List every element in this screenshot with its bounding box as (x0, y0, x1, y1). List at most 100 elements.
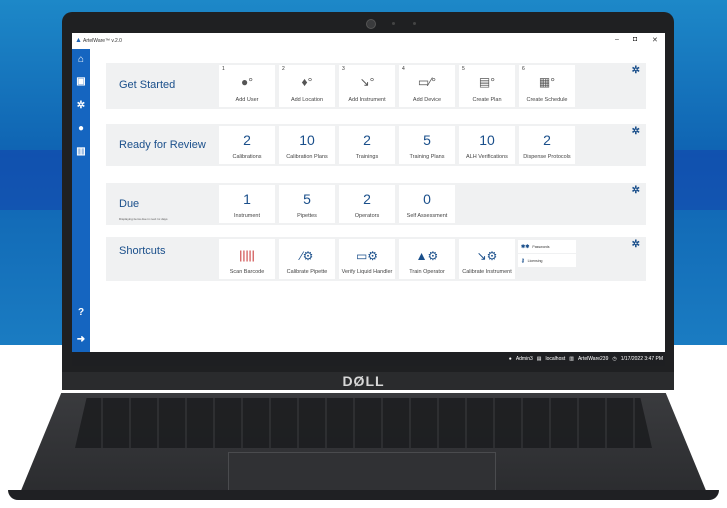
card-label: Train Operator (409, 269, 445, 275)
pipettes-due-card[interactable]: 5 Pipettes (279, 185, 335, 223)
home-icon[interactable]: ⌂ (75, 53, 87, 65)
card-label: Verify Liquid Handler (341, 269, 393, 275)
section-title: Shortcuts (119, 245, 166, 257)
instrument-calibrate-icon: ↘⚙ (476, 249, 498, 263)
add-location-card[interactable]: 2 ♦° Add Location (279, 65, 335, 107)
sensor-dot (413, 22, 416, 25)
alh-verifications-card[interactable]: 10 ALH Verifications (459, 126, 515, 164)
count-value: 10 (479, 132, 495, 148)
card-label: Add Location (290, 97, 324, 103)
count-value: 5 (303, 191, 311, 207)
self-assessment-due-card[interactable]: 0 Self Assessment (399, 185, 455, 223)
plan-create-icon: ▤° (478, 75, 496, 89)
create-plan-card[interactable]: 5 ▤° Create Plan (459, 65, 515, 107)
database-icon: ▥ (569, 356, 574, 362)
card-label: Add Instrument (348, 97, 386, 103)
maximize-button[interactable]: ◘ (633, 36, 637, 43)
dispense-protocols-card[interactable]: 2 Dispense Protocols (519, 126, 575, 164)
scan-barcode-card[interactable]: ||||| Scan Barcode (219, 239, 275, 279)
device-add-icon: ▭⁄° (417, 75, 437, 89)
sidebar: ⌂ ▣ ✲ ● ▥ ? ➜ (72, 49, 90, 366)
card-label: Instrument (234, 213, 260, 219)
calibrations-card[interactable]: 2 Calibrations (219, 126, 275, 164)
drop-icon[interactable]: ● (75, 122, 87, 134)
pipette-add-icon: ↘° (359, 75, 375, 89)
add-user-card[interactable]: 1 ●° Add User (219, 65, 275, 107)
calibration-plans-card[interactable]: 10 Calibration Plans (279, 126, 335, 164)
training-plans-card[interactable]: 5 Training Plans (399, 126, 455, 164)
help-icon[interactable]: ? (75, 306, 87, 318)
trainings-card[interactable]: 2 Trainings (339, 126, 395, 164)
app-window: ▲ ArtelWare™ v.2.0 – ◘ ✕ ⌂ ▣ ✲ ● ▥ ? ➜ G… (72, 33, 665, 366)
train-operator-card[interactable]: ▲⚙ Train Operator (399, 239, 455, 279)
card-label: Add User (235, 97, 259, 103)
graduation-cap-icon: ▲⚙ (415, 249, 439, 263)
card-label: ALH Verifications (466, 154, 508, 160)
step-number: 2 (282, 66, 285, 72)
create-schedule-card[interactable]: 6 ▦° Create Schedule (519, 65, 575, 107)
settings-icon[interactable]: ✲ (75, 99, 87, 111)
key-icon: ✱✱ (521, 243, 530, 250)
gear-icon[interactable]: ✲ (632, 65, 640, 76)
status-database: ArtelWare239 (577, 356, 609, 362)
app-title: ArtelWare™ v.2.0 (83, 38, 122, 44)
status-server: localhost (545, 356, 566, 362)
scene: ▲ ArtelWare™ v.2.0 – ◘ ✕ ⌂ ▣ ✲ ● ▥ ? ➜ G… (0, 0, 727, 508)
count-value: 2 (543, 132, 551, 148)
calibrate-instrument-card[interactable]: ↘⚙ Calibrate Instrument (459, 239, 515, 279)
dashboard: Get Started ✲ 1 ●° Add User 2 ♦° Add Loc… (90, 49, 665, 352)
instrument-due-card[interactable]: 1 Instrument (219, 185, 275, 223)
server-icon: ▤ (536, 356, 542, 362)
step-number: 4 (402, 66, 405, 72)
card-label: Dispense Protocols (523, 154, 571, 160)
barcode-icon: ||||| (239, 248, 255, 262)
count-value: 2 (363, 191, 371, 207)
get-started-section: Get Started ✲ 1 ●° Add User 2 ♦° Add Loc… (106, 63, 646, 109)
passwords-shortcut[interactable]: ✱✱ Passwords (518, 240, 576, 253)
lock-icon[interactable]: ▣ (75, 75, 87, 87)
webcam-icon (366, 19, 376, 29)
shortcut-label: Passwords (532, 244, 550, 249)
status-bar: ● Admin3 ▤ localhost ▥ ArtelWare239 ◷ 1/… (72, 352, 665, 366)
card-label: Calibrations (232, 154, 262, 160)
step-number: 6 (522, 66, 525, 72)
user-icon: ● (508, 356, 512, 362)
add-device-card[interactable]: 4 ▭⁄° Add Device (399, 65, 455, 107)
due-subtitle: Displaying items due in next 1x days (119, 217, 168, 221)
touchpad (228, 452, 496, 492)
count-value: 2 (243, 132, 251, 148)
user-add-icon: ●° (240, 75, 254, 89)
verify-liquid-handler-card[interactable]: ▭⚙ Verify Liquid Handler (339, 239, 395, 279)
shortcut-label: Licensing (527, 258, 543, 263)
gear-icon[interactable]: ✲ (632, 185, 640, 196)
title-bar: ▲ ArtelWare™ v.2.0 – ◘ ✕ (72, 33, 665, 49)
calibrate-pipette-card[interactable]: ⁄⚙ Calibrate Pipette (279, 239, 335, 279)
chart-icon[interactable]: ▥ (75, 145, 87, 157)
artel-logo-icon: ▲ (75, 37, 82, 44)
status-datetime: 1/17/2022 3:47 PM (620, 356, 663, 362)
logout-icon[interactable]: ➜ (75, 333, 87, 345)
card-label: Calibrate Pipette (286, 269, 328, 275)
due-section: Due Displaying items due in next 1x days… (106, 183, 646, 225)
minimize-button[interactable]: – (615, 36, 619, 43)
licensing-shortcut[interactable]: ⚷ Licensing (518, 254, 576, 267)
gear-icon[interactable]: ✲ (632, 126, 640, 137)
pipette-calibrate-icon: ⁄⚙ (300, 249, 314, 263)
status-user: Admin3 (515, 356, 533, 362)
card-label: Calibration Plans (286, 154, 328, 160)
section-title: Get Started (119, 79, 176, 91)
step-number: 3 (342, 66, 345, 72)
count-value: 1 (243, 191, 251, 207)
card-label: Calibrate Instrument (462, 269, 512, 275)
location-add-icon: ♦° (301, 75, 313, 89)
count-value: 2 (363, 132, 371, 148)
close-button[interactable]: ✕ (652, 36, 658, 44)
gear-icon[interactable]: ✲ (632, 239, 640, 250)
liquid-handler-icon: ▭⚙ (355, 249, 379, 263)
shortcuts-section: Shortcuts ✲ ||||| Scan Barcode ⁄⚙ Calibr… (106, 237, 646, 281)
operators-due-card[interactable]: 2 Operators (339, 185, 395, 223)
step-number: 1 (222, 66, 225, 72)
card-label: Trainings (355, 154, 379, 160)
card-label: Add Device (412, 97, 442, 103)
add-instrument-card[interactable]: 3 ↘° Add Instrument (339, 65, 395, 107)
